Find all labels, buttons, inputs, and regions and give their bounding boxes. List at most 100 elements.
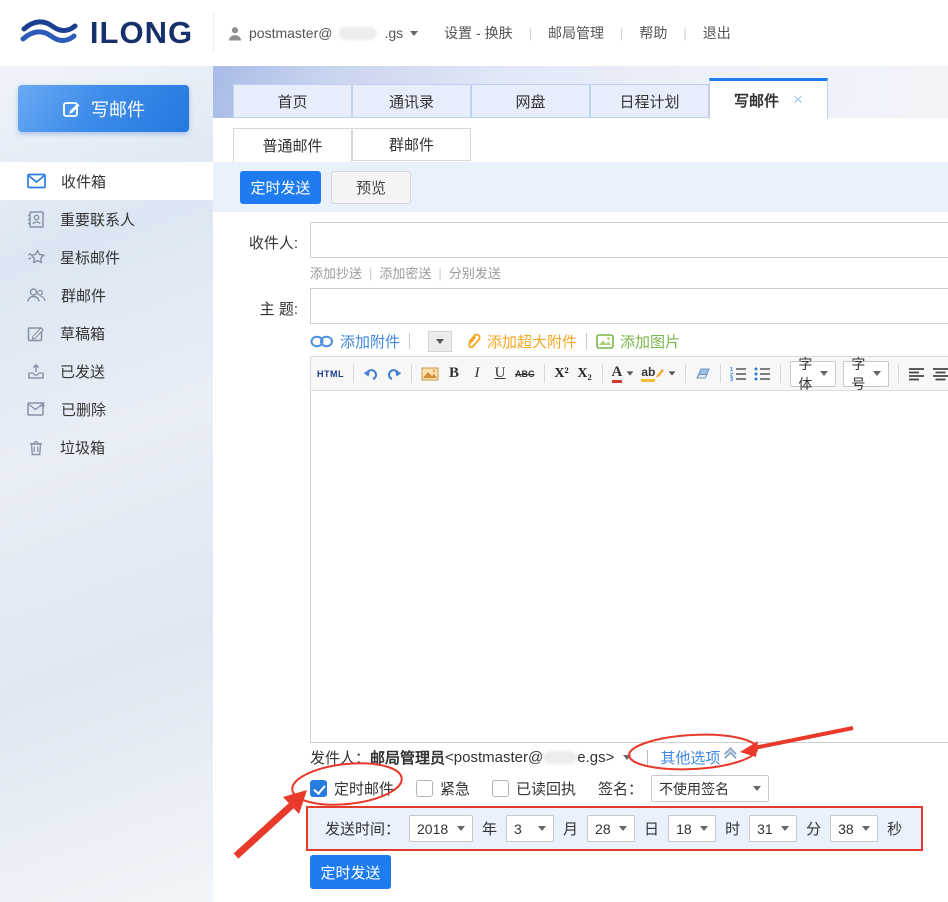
tab-contacts[interactable]: 通讯录 (352, 84, 471, 118)
editor-body[interactable] (310, 391, 948, 743)
menu-help[interactable]: 帮助 (639, 23, 667, 43)
chevron-down-icon (873, 371, 881, 376)
send-separately-link[interactable]: 分别发送 (449, 266, 501, 281)
bold-button[interactable]: B (446, 363, 462, 385)
sidebar-item-label: 收件箱 (61, 171, 106, 192)
sender-dropdown-icon[interactable] (623, 755, 631, 760)
signature-select[interactable]: 不使用签名 (651, 775, 769, 802)
divider: | (620, 26, 623, 41)
font-family-select[interactable]: 字体 (790, 361, 836, 387)
subject-input[interactable] (310, 288, 948, 324)
chevron-down-icon (820, 371, 828, 376)
sidebar-item-trash[interactable]: 垃圾箱 (0, 428, 213, 466)
day-unit: 日 (644, 818, 659, 839)
add-large-attachment-link[interactable]: 添加超大附件 (487, 331, 577, 352)
sidebar-item-label: 星标邮件 (60, 247, 120, 268)
scheduled-send-button-bottom[interactable]: 定时发送 (310, 855, 391, 889)
inbox-envelope-icon (27, 173, 46, 189)
account-menu[interactable]: postmaster@.gs (228, 25, 418, 41)
sidebar-item-drafts[interactable]: 草稿箱 (0, 314, 213, 352)
sidebar-item-group-mail[interactable]: 群邮件 (0, 276, 213, 314)
menu-logout[interactable]: 退出 (703, 23, 731, 43)
strikethrough-button[interactable]: ABC (515, 363, 535, 385)
divider (411, 364, 412, 383)
add-attachment-link[interactable]: 添加附件 (340, 331, 400, 352)
cc-bcc-links: 添加抄送 | 添加密送 | 分别发送 (310, 263, 501, 282)
preview-button[interactable]: 预览 (331, 171, 411, 204)
sidebar-item-important-contacts[interactable]: 重要联系人 (0, 200, 213, 238)
compose-button[interactable]: 写邮件 (18, 85, 189, 132)
collapse-chevrons-icon[interactable] (726, 754, 735, 762)
insert-image-button[interactable] (421, 363, 439, 385)
font-color-button[interactable]: A (612, 363, 635, 385)
sidebar-item-label: 重要联系人 (60, 209, 135, 230)
divider: | (369, 266, 372, 281)
divider (685, 364, 686, 383)
subscript-button[interactable]: X₂ (577, 363, 593, 385)
schedule-time-row: 发送时间： 2018 年 3 月 28 日 18 时 31 分 38 秒 (306, 806, 923, 851)
brand-name: ILONG (90, 15, 193, 51)
minute-select[interactable]: 31 (749, 815, 797, 842)
chevron-down-icon (781, 826, 789, 831)
divider: | (438, 266, 441, 281)
sidebar-item-inbox[interactable]: 收件箱 (0, 162, 213, 200)
read-receipt-checkbox[interactable] (492, 780, 509, 797)
sidebar-item-deleted[interactable]: 已删除 (0, 390, 213, 428)
subtab-normal-mail[interactable]: 普通邮件 (233, 128, 352, 163)
highlight-button[interactable]: ab (641, 363, 676, 385)
sidebar-item-label: 已发送 (60, 361, 105, 382)
year-select[interactable]: 2018 (409, 815, 473, 842)
attachment-row: 添加附件 添加超大附件 添加图片 (310, 328, 680, 354)
attachment-dropdown-button[interactable] (428, 331, 452, 352)
add-bcc-link[interactable]: 添加密送 (379, 266, 431, 281)
tab-label: 日程计划 (619, 91, 679, 112)
to-label: 收件人: (213, 232, 298, 253)
bullet-list-button[interactable] (754, 363, 771, 385)
hour-value: 18 (676, 821, 692, 837)
subject-label: 主 题: (213, 298, 298, 319)
menu-postoffice-admin[interactable]: 邮局管理 (548, 23, 604, 43)
sidebar-item-label: 已删除 (61, 399, 106, 420)
italic-button[interactable]: I (469, 363, 485, 385)
eraser-button[interactable] (695, 363, 711, 385)
divider (544, 364, 545, 383)
tab-schedule[interactable]: 日程计划 (590, 84, 709, 118)
align-left-button[interactable] (908, 363, 925, 385)
tab-compose[interactable]: 写邮件 × (709, 78, 828, 119)
align-center-button[interactable] (932, 363, 948, 385)
undo-button[interactable] (363, 363, 379, 385)
close-icon[interactable]: × (793, 90, 803, 110)
image-icon (596, 334, 614, 349)
subtab-group-mail[interactable]: 群邮件 (352, 128, 471, 161)
sidebar-item-sent[interactable]: 已发送 (0, 352, 213, 390)
trash-icon (27, 439, 45, 456)
day-select[interactable]: 28 (587, 815, 635, 842)
sidebar: 写邮件 收件箱 重要联系人 星标邮件 群邮件 草稿箱 已发送 已删除 (0, 66, 213, 902)
wave-logo-icon (20, 16, 78, 50)
sidebar-item-starred[interactable]: 星标邮件 (0, 238, 213, 276)
superscript-button[interactable]: X² (554, 363, 570, 385)
divider (353, 364, 354, 383)
html-mode-button[interactable]: HTML (317, 363, 344, 385)
second-select[interactable]: 38 (830, 815, 878, 842)
scheduled-send-button-top[interactable]: 定时发送 (240, 171, 321, 204)
redo-button[interactable] (386, 363, 402, 385)
tab-netdisk[interactable]: 网盘 (471, 84, 590, 118)
month-select[interactable]: 3 (506, 815, 554, 842)
from-address-close: e.gs> (577, 749, 614, 766)
hour-select[interactable]: 18 (668, 815, 716, 842)
svg-text:3: 3 (730, 377, 733, 381)
font-size-select[interactable]: 字号 (843, 361, 889, 387)
divider (647, 750, 648, 766)
scheduled-mail-checkbox[interactable] (310, 780, 327, 797)
add-image-link[interactable]: 添加图片 (620, 331, 680, 352)
to-input[interactable] (310, 222, 948, 258)
underline-button[interactable]: U (492, 363, 508, 385)
ordered-list-button[interactable]: 123 (730, 363, 747, 385)
urgent-checkbox[interactable] (416, 780, 433, 797)
add-cc-link[interactable]: 添加抄送 (310, 266, 362, 281)
other-options-link[interactable]: 其他选项 (660, 747, 720, 768)
divider: | (683, 26, 686, 41)
tab-home[interactable]: 首页 (233, 84, 352, 118)
menu-settings-skin[interactable]: 设置 - 换肤 (444, 23, 512, 43)
